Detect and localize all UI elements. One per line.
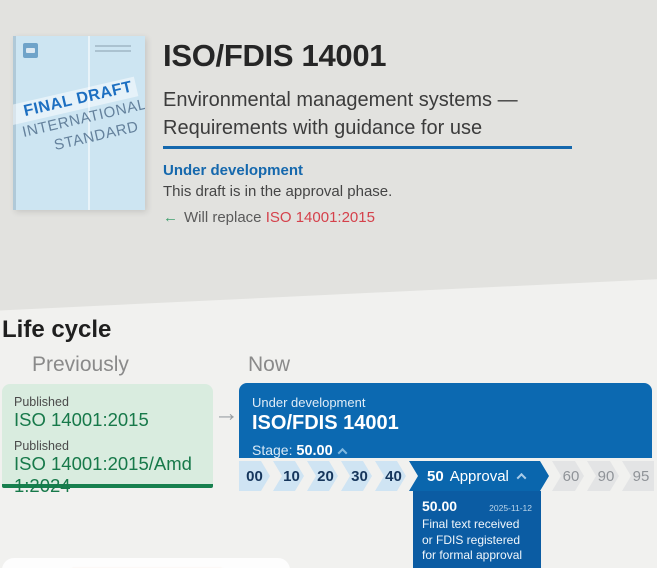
stage-chevron-20[interactable]: 20 xyxy=(307,461,338,491)
replace-text: Will replace xyxy=(184,209,262,226)
now-label: Now xyxy=(248,353,291,376)
subtitle-line-1: Environmental management systems — xyxy=(163,89,518,111)
stage-detail-panel: 50.00 2025-11-12 Final text received or … xyxy=(413,491,541,568)
stage-chevron-50-current[interactable]: 50 Approval xyxy=(409,461,549,491)
cover-text: FINAL DRAFT INTERNATIONAL STANDARD xyxy=(13,72,145,164)
stage-timeline: 00 10 20 30 40 50 Approval 60 90 95 xyxy=(239,461,655,491)
chevron-up-icon xyxy=(337,447,348,458)
replace-line: ← Will replace ISO 14001:2015 xyxy=(163,209,375,226)
iso-standard-page: FINAL DRAFT INTERNATIONAL STANDARD ISO/F… xyxy=(0,0,657,568)
now-standard-code: ISO/FDIS 14001 xyxy=(252,412,399,434)
current-stage-name: Approval xyxy=(449,467,509,485)
under-development-link[interactable]: Under development xyxy=(163,162,303,179)
stage-chevron-60[interactable]: 60 xyxy=(552,461,584,491)
life-cycle-heading: Life cycle xyxy=(2,316,112,343)
stage-chevron-40[interactable]: 40 xyxy=(375,461,406,491)
replaced-standard-link[interactable]: ISO 14001:2015 xyxy=(266,209,375,226)
divider-rule xyxy=(163,146,572,149)
stage-chevron-10[interactable]: 10 xyxy=(273,461,304,491)
published-status-label: Published xyxy=(14,439,69,453)
stage-chevron-95[interactable]: 95 xyxy=(622,461,654,491)
stage-chevron-00[interactable]: 00 xyxy=(239,461,270,491)
standard-subtitle: Environmental management systems — Requi… xyxy=(163,86,518,142)
phase-description: This draft is in the approval phase. xyxy=(163,183,393,200)
subtitle-line-2: Requirements with guidance for use xyxy=(163,117,483,139)
right-arrow-icon: → xyxy=(214,399,239,427)
standard-cover-thumbnail: FINAL DRAFT INTERNATIONAL STANDARD xyxy=(13,36,145,210)
stage-chevron-90[interactable]: 90 xyxy=(587,461,619,491)
published-status-label: Published xyxy=(14,395,69,409)
current-stage-number: 50 xyxy=(427,467,444,485)
stage-chevron-30[interactable]: 30 xyxy=(341,461,372,491)
stage-detail-date: 2025-11-12 xyxy=(489,503,532,513)
next-section-card xyxy=(2,558,290,568)
iso-logo-icon xyxy=(23,43,38,58)
previously-card: Published ISO 14001:2015 Published ISO 1… xyxy=(2,384,213,496)
previous-amendment-link[interactable]: ISO 14001:2015/Amd 1:2024 xyxy=(14,453,201,497)
stage-value: 50.00 xyxy=(296,443,333,459)
chevron-up-icon xyxy=(516,472,526,482)
now-card: Under development ISO/FDIS 14001 Stage: … xyxy=(239,383,652,459)
stage-detail-description: Final text received or FDIS registered f… xyxy=(422,517,523,562)
list-item: Published ISO 14001:2015 xyxy=(14,395,201,431)
stage-detail-code: 50.00 xyxy=(422,498,458,514)
stage-label: Stage: xyxy=(252,442,293,458)
previously-label: Previously xyxy=(32,353,129,376)
previous-standard-link[interactable]: ISO 14001:2015 xyxy=(14,409,201,431)
list-item: Published ISO 14001:2015/Amd 1:2024 xyxy=(14,439,201,497)
now-status-label: Under development xyxy=(252,395,366,410)
stage-toggle[interactable]: Stage: 50.00 xyxy=(252,442,639,459)
left-arrow-icon: ← xyxy=(163,209,178,226)
cover-header-lines xyxy=(95,45,131,55)
stage-detail-current: 50.00 2025-11-12 Final text received or … xyxy=(413,491,541,568)
page-title: ISO/FDIS 14001 xyxy=(163,38,387,73)
